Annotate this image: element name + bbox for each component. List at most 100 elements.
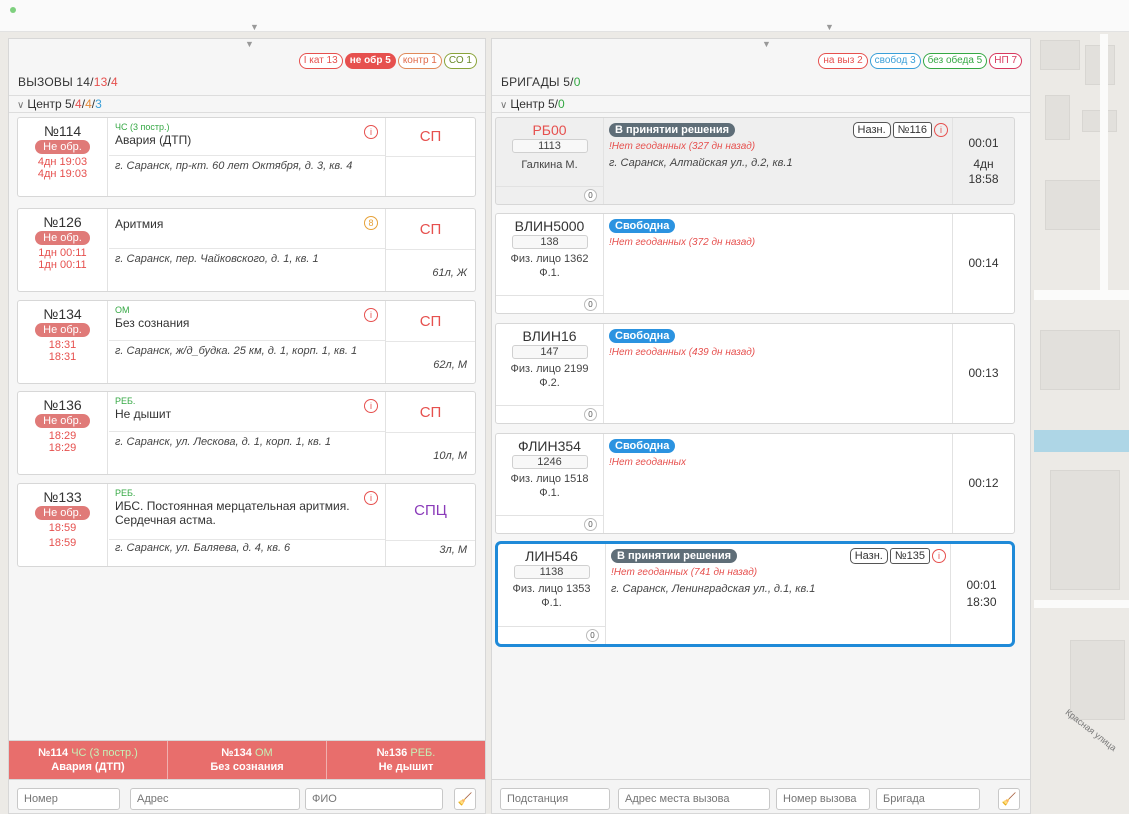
calls-panel-title: ВЫЗОВЫ 14/13/4 — [18, 75, 118, 89]
call-status-badge: Не обр. — [35, 414, 90, 428]
crew-count: 0 — [584, 298, 597, 311]
assigned-call-tag[interactable]: №135 — [889, 548, 930, 564]
crew-person: Ф.1. — [541, 597, 562, 609]
crew-name: ВЛИН16 — [522, 328, 577, 344]
call-reason: Без сознания — [115, 316, 190, 330]
crew-time: 18:30 — [966, 595, 997, 609]
crew-tags: Назн. №135 i — [849, 548, 946, 564]
badge-np[interactable]: НП 7 — [989, 53, 1022, 69]
urgent-calls-strip: №114 ЧС (3 постр.) Авария (ДТП) №134 ОМ … — [9, 740, 485, 780]
assigned-tag[interactable]: Назн. — [852, 122, 891, 138]
call-type-cell: СПЦ 3л, М — [385, 484, 475, 566]
call-type-cell: СП 10л, М — [385, 392, 475, 474]
crew-name: ВЛИН5000 — [514, 218, 585, 234]
urgent-call-reason: Без сознания — [210, 761, 284, 773]
urgent-call-item[interactable]: №114 ЧС (3 постр.) Авария (ДТП) — [9, 741, 168, 780]
crew-count: 0 — [584, 189, 597, 202]
call-address: г. Саранск, ул. Лескова, д. 1, корп. 1, … — [115, 436, 331, 448]
group-count-a: 4 — [75, 97, 82, 111]
call-card[interactable]: №126 Не обр. 1дн 00:11 1дн 00:11 Аритмия… — [17, 208, 476, 292]
info-icon[interactable]: i — [364, 399, 378, 413]
map-road — [1100, 34, 1108, 294]
call-address-filter-input[interactable] — [618, 788, 770, 810]
crew-filter-input[interactable] — [876, 788, 980, 810]
info-icon[interactable]: i — [932, 549, 946, 563]
crews-title-label: БРИГАДЫ 5/ — [501, 75, 574, 89]
crews-group-row[interactable]: ∨ Центр 5/0 — [492, 95, 1030, 113]
badge-no-lunch[interactable]: без обеда 5 — [922, 53, 988, 69]
group-name: Центр 5/ — [27, 97, 76, 111]
chevron-down-icon[interactable]: ∨ — [500, 100, 507, 111]
info-icon[interactable]: i — [934, 123, 948, 137]
call-type-cell: СП — [385, 118, 475, 196]
call-card[interactable]: №133 Не обр. 18:59 18:59 РЕБ. ИБС. Посто… — [17, 483, 476, 567]
call-card[interactable]: №114 Не обр. 4дн 19:03 4дн 19:03 ЧС (3 п… — [17, 117, 476, 197]
call-details: Аритмия 8 г. Саранск, пер. Чайковского, … — [109, 209, 386, 291]
map-block — [1070, 640, 1125, 720]
chevron-down-icon[interactable]: ▼ — [250, 22, 259, 32]
urgent-call-item[interactable]: №136 РЕБ. Не дышит — [327, 741, 485, 780]
urgent-call-number: №134 — [221, 747, 252, 759]
crew-geo-warning: !Нет геоданных (439 дн назад) — [609, 347, 756, 358]
call-category: ОМ — [115, 305, 130, 315]
crew-count: 0 — [584, 408, 597, 421]
map-river — [1034, 430, 1129, 452]
crew-status-badge: В принятии решения — [609, 123, 736, 137]
clear-filters-broom-icon[interactable]: 🧹 — [998, 788, 1020, 810]
badge-so[interactable]: СО 1 — [443, 53, 477, 69]
badge-free[interactable]: свобод 3 — [869, 53, 921, 69]
divider — [386, 540, 475, 541]
call-details: ОМ Без сознания i г. Саранск, ж/д_будка.… — [109, 301, 386, 383]
crew-person: Галкина М. — [521, 159, 578, 171]
number-filter-input[interactable] — [17, 788, 120, 810]
urgent-call-item[interactable]: №134 ОМ Без сознания — [168, 741, 327, 780]
info-icon[interactable]: 8 — [364, 216, 378, 230]
crews-panel-header: на выз 2 свобод 3 без обеда 5 НП 7 БРИГА… — [492, 39, 1030, 95]
crew-geo-warning: !Нет геоданных (327 дн назад) — [609, 141, 756, 152]
badge-on-call[interactable]: на выз 2 — [818, 53, 868, 69]
crew-person: Физ. лицо 2199 — [510, 363, 589, 375]
info-icon[interactable]: i — [364, 308, 378, 322]
crew-code: 1138 — [513, 565, 590, 579]
calls-panel-header: I кат 13 не обр 5 контр 1 СО 1 ВЫЗОВЫ 14… — [9, 39, 485, 95]
call-reason: ИБС. Постоянная мерцательная аритмия. Се… — [115, 499, 350, 527]
crew-card[interactable]: ВЛИН16 147 Физ. лицо 2199 Ф.2. 0 Свободн… — [495, 323, 1015, 424]
info-icon[interactable]: i — [364, 491, 378, 505]
calls-group-row[interactable]: ∨ Центр 5/4/4/3 — [9, 95, 485, 113]
calls-filter-badges: I кат 13 не обр 5 контр 1 СО 1 — [298, 53, 477, 69]
call-status-badge: Не обр. — [35, 323, 90, 337]
call-card[interactable]: №134 Не обр. 18:31 18:31 ОМ Без сознания… — [17, 300, 476, 384]
fio-filter-input[interactable] — [305, 788, 443, 810]
urgent-call-reason: Не дышит — [378, 761, 434, 773]
chevron-down-icon[interactable]: ∨ — [17, 100, 24, 111]
crew-details: В принятии решения Назн. №135 i !Нет гео… — [607, 544, 950, 644]
crew-card[interactable]: РБ00 1113 Галкина М. 0 В принятии решени… — [495, 117, 1015, 205]
urgent-call-number: №114 — [38, 747, 69, 759]
badge-unprocessed[interactable]: не обр 5 — [344, 53, 396, 69]
crew-time: 00:13 — [968, 366, 999, 380]
assigned-tag[interactable]: Назн. — [849, 548, 888, 564]
assigned-call-tag[interactable]: №116 — [892, 122, 932, 138]
clear-filters-broom-icon[interactable]: 🧹 — [454, 788, 476, 810]
calls-title-count-a: 13 — [93, 75, 108, 89]
address-filter-input[interactable] — [130, 788, 300, 810]
crew-card-selected[interactable]: ЛИН546 1138 Физ. лицо 1353 Ф.1. 0 В прин… — [495, 541, 1015, 647]
call-number-filter-input[interactable] — [776, 788, 870, 810]
crew-count-row: 0 — [496, 186, 603, 204]
substation-filter-input[interactable] — [500, 788, 610, 810]
call-time: 18:31 — [48, 339, 77, 351]
call-reason: Авария (ДТП) — [115, 133, 192, 147]
badge-control[interactable]: контр 1 — [397, 53, 442, 69]
crew-card[interactable]: ВЛИН5000 138 Физ. лицо 1362 Ф.1. 0 Свобо… — [495, 213, 1015, 314]
call-id-cell: №134 Не обр. 18:31 18:31 — [18, 301, 108, 383]
badge-category-1[interactable]: I кат 13 — [298, 53, 343, 69]
chevron-down-icon[interactable]: ▼ — [825, 22, 834, 32]
info-icon[interactable]: i — [364, 125, 378, 139]
call-type-cell: СП 61л, Ж — [385, 209, 475, 291]
crew-card[interactable]: ФЛИН354 1246 Физ. лицо 1518 Ф.1. 0 Свобо… — [495, 433, 1015, 534]
call-card[interactable]: №136 Не обр. 18:29 18:29 РЕБ. Не дышит i… — [17, 391, 476, 475]
calls-title-count-b: 4 — [111, 75, 118, 89]
call-number: №114 — [43, 123, 82, 139]
divider — [386, 156, 475, 157]
call-team-type: СПЦ — [414, 502, 447, 519]
